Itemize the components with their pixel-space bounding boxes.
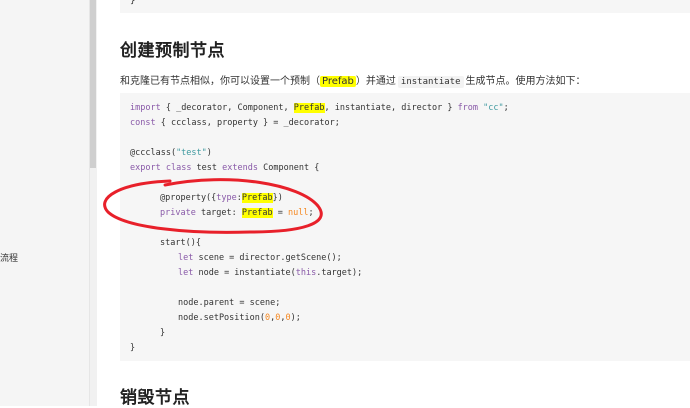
code-line-2: const { ccclass, property } = _decorator… xyxy=(130,118,340,128)
code-line-8: private target: Prefab = null; xyxy=(160,208,314,218)
code-line-4: @ccclass("test") xyxy=(130,148,212,158)
code-line-1: import { _decorator, Component, Prefab, … xyxy=(130,103,509,113)
content-gutter xyxy=(97,0,120,406)
previous-code-tail: } xyxy=(130,0,136,6)
code-line-16: } xyxy=(160,328,166,338)
sidebar-item-label[interactable]: 流程 xyxy=(0,251,18,264)
code-line-10: start(){ xyxy=(160,238,201,248)
code-line-7: @property({type:Prefab}) xyxy=(160,193,283,203)
para-text-3: 生成节点。使用方法如下： xyxy=(465,76,586,87)
intro-paragraph: 和克隆已有节点相似，你可以设置一个预制（ Prefab ）并通过 instantiat… xyxy=(120,72,586,88)
code-line-15: node.setPosition(0,0,0); xyxy=(178,313,301,323)
para-inline-code: instantiate xyxy=(397,76,464,88)
code-line-12: let node = instantiate(this.target); xyxy=(178,268,363,278)
sidebar-scrollbar-thumb[interactable] xyxy=(90,0,96,168)
code-line-5: export class test extends Component { xyxy=(130,163,320,173)
previous-code-block: } xyxy=(120,0,690,13)
code-line-17: } xyxy=(130,343,136,353)
code-block: import { _decorator, Component, Prefab, … xyxy=(120,93,690,361)
code-line-11: let scene = director.getScene(); xyxy=(178,253,342,263)
sidebar: 流程 xyxy=(0,0,89,406)
para-prefab-highlight: Prefab xyxy=(320,76,356,87)
section-heading-destroy-node: 销毁节点 xyxy=(120,388,190,408)
code-line-14: node.parent = scene; xyxy=(178,298,281,308)
section-heading-create-prefab-node: 创建预制节点 xyxy=(120,41,225,61)
para-text-2: ）并通过 xyxy=(355,76,396,87)
para-text-1: 和克隆已有节点相似，你可以设置一个预制（ xyxy=(120,76,320,87)
